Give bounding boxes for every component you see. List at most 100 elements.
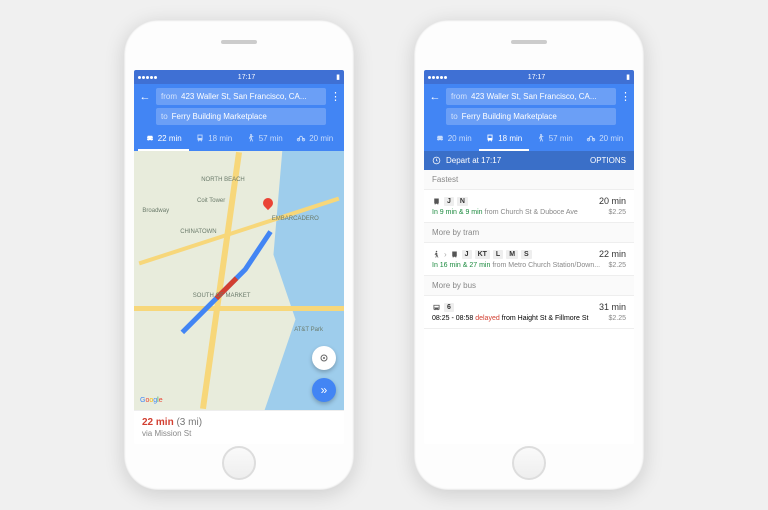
delayed-badge: delayed (475, 315, 500, 322)
section-header: More by bus (424, 276, 634, 296)
back-button[interactable]: ← (428, 91, 442, 103)
tab-car[interactable]: 22 min (138, 128, 189, 151)
walk-icon (536, 133, 546, 143)
tab-transit[interactable]: 18 min (189, 128, 240, 151)
from-value: 423 Waller St, San Francisco, CA... (181, 92, 307, 101)
car-icon (145, 133, 155, 143)
bus-icon (432, 303, 441, 312)
chevron-right-icon: › (444, 250, 447, 259)
map-label: SOUTH OF MARKET (193, 293, 251, 299)
depart-times: In 16 min & 27 min (432, 262, 490, 269)
route-duration: 20 min (599, 196, 626, 206)
chevrons-right-icon: » (321, 383, 328, 397)
start-navigation-button[interactable]: » (312, 378, 336, 402)
tab-walk[interactable]: 57 min (239, 128, 290, 151)
route-via: via Mission St (142, 429, 336, 438)
transit-options-bar: Depart at 17:17 OPTIONS (424, 151, 634, 170)
clock-icon (432, 156, 441, 165)
status-time: 17:17 (238, 74, 256, 81)
status-time: 17:17 (528, 74, 546, 81)
route-duration: 22 min (599, 249, 626, 259)
depart-times: In 9 min & 9 min (432, 209, 483, 216)
train-icon (195, 133, 205, 143)
tab-transit[interactable]: 18 min (479, 128, 530, 151)
depart-from: from Metro Church Station/Down... (492, 262, 600, 269)
tab-walk-label: 57 min (259, 134, 283, 143)
status-bar: 17:17 ▮ (424, 70, 634, 84)
section-header: Fastest (424, 170, 634, 190)
crosshair-icon (318, 352, 330, 364)
map[interactable]: NORTH BEACH Coit Tower CHINATOWN EMBARCA… (134, 151, 344, 410)
walk-icon (246, 133, 256, 143)
map-label: Coit Tower (197, 198, 225, 204)
phone-left: 17:17 ▮ ← from 423 Waller St, San Franci… (124, 20, 354, 490)
tab-bike[interactable]: 20 min (580, 128, 631, 151)
route-price: $2.25 (608, 315, 626, 322)
route-summary-card[interactable]: 22 min (3 mi) via Mission St (134, 410, 344, 444)
to-field[interactable]: to Ferry Building Marketplace (446, 108, 616, 125)
directions-header: ← from 423 Waller St, San Francisco, CA.… (424, 84, 634, 151)
screen: 17:17 ▮ ← from 423 Waller St, San Franci… (424, 70, 634, 444)
depart-time-button[interactable]: Depart at 17:17 (446, 156, 501, 165)
map-label: Broadway (142, 208, 169, 214)
tab-bike[interactable]: 20 min (290, 128, 341, 151)
bike-icon (296, 133, 306, 143)
map-label: EMBARCADERO (272, 216, 319, 222)
route-item[interactable]: J N 20 min In 9 min & 9 min from Church … (424, 190, 634, 223)
locate-button[interactable] (312, 346, 336, 370)
car-icon (435, 133, 445, 143)
line-badge: S (521, 250, 532, 259)
route-distance: (3 mi) (176, 417, 202, 428)
map-attribution: Google (140, 397, 163, 404)
map-label: AT&T Park (294, 327, 323, 333)
depart-from: from Haight St & Fillmore St (502, 315, 589, 322)
from-field[interactable]: from 423 Waller St, San Francisco, CA... (156, 88, 326, 105)
section-header: More by tram (424, 223, 634, 243)
to-field[interactable]: to Ferry Building Marketplace (156, 108, 326, 125)
to-label: to (161, 112, 168, 121)
status-bar: 17:17 ▮ (134, 70, 344, 84)
route-price: $2.25 (608, 209, 626, 216)
line-badge: KT (475, 250, 490, 259)
tab-bike-label: 20 min (309, 134, 333, 143)
line-badge: M (506, 250, 518, 259)
tab-walk[interactable]: 57 min (529, 128, 580, 151)
options-button[interactable]: OPTIONS (590, 156, 626, 165)
route-item[interactable]: › J KT L M S 22 min In 16 min & 27 min f… (424, 243, 634, 276)
phone-right: 17:17 ▮ ← from 423 Waller St, San Franci… (414, 20, 644, 490)
route-price: $2.25 (608, 262, 626, 269)
mode-tabs: 20 min 18 min 57 min 20 min (428, 128, 630, 151)
back-button[interactable]: ← (138, 91, 152, 103)
tab-car[interactable]: 20 min (428, 128, 479, 151)
route-item[interactable]: 6 31 min 08:25 - 08:58 delayed from Haig… (424, 296, 634, 329)
tram-icon (450, 250, 459, 259)
train-icon (485, 133, 495, 143)
route-time: 22 min (142, 417, 174, 428)
bike-icon (586, 133, 596, 143)
line-badge: N (457, 197, 468, 206)
route-duration: 31 min (599, 302, 626, 312)
tab-car-label: 22 min (158, 134, 182, 143)
tab-transit-label: 18 min (208, 134, 232, 143)
depart-from: from Church St & Duboce Ave (485, 209, 578, 216)
to-value: Ferry Building Marketplace (172, 112, 267, 121)
line-badge: J (444, 197, 454, 206)
line-badge: J (462, 250, 472, 259)
from-field[interactable]: from 423 Waller St, San Francisco, CA... (446, 88, 616, 105)
overflow-menu-icon[interactable]: ⋮ (330, 90, 340, 103)
line-badge: L (493, 250, 503, 259)
transit-routes-list: Fastest J N 20 min In 9 min & 9 min from… (424, 170, 634, 444)
screen: 17:17 ▮ ← from 423 Waller St, San Franci… (134, 70, 344, 444)
overflow-menu-icon[interactable]: ⋮ (620, 90, 630, 103)
from-label: from (161, 92, 177, 101)
line-badge: 6 (444, 303, 454, 312)
time-range: 08:25 - 08:58 (432, 315, 473, 322)
mode-tabs: 22 min 18 min 57 min 20 min (138, 128, 340, 151)
battery-icon: ▮ (336, 73, 340, 81)
map-label: NORTH BEACH (201, 177, 245, 183)
map-label: CHINATOWN (180, 229, 216, 235)
tram-icon (432, 197, 441, 206)
walk-icon (432, 250, 441, 259)
directions-header: ← from 423 Waller St, San Francisco, CA.… (134, 84, 344, 151)
battery-icon: ▮ (626, 73, 630, 81)
